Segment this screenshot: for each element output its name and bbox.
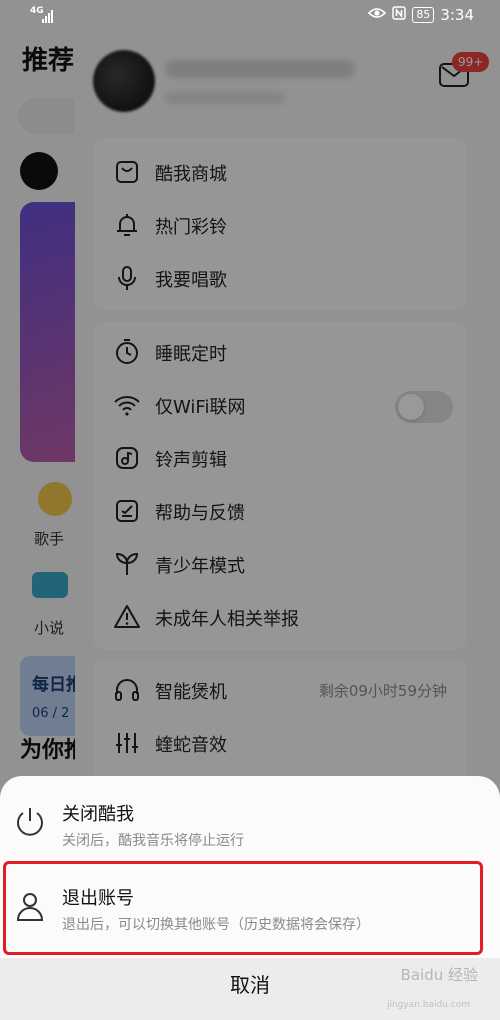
clock: 3:34 xyxy=(440,6,474,24)
signal-icon xyxy=(42,8,56,23)
nfc-icon xyxy=(392,6,407,24)
eye-icon xyxy=(368,6,387,24)
close-app-title: 关闭酷我 xyxy=(62,804,134,825)
power-icon xyxy=(12,804,48,840)
watermark-url: jingyan.baidu.com xyxy=(386,1000,470,1010)
status-right: 85 3:34 xyxy=(368,6,474,24)
status-bar: 4G 85 3:34 xyxy=(0,0,500,32)
battery-indicator: 85 xyxy=(412,7,435,23)
close-app-desc: 关闭后，酷我音乐将停止运行 xyxy=(62,833,244,849)
highlight-box xyxy=(3,861,483,955)
watermark: Baidu 经验 xyxy=(400,966,478,984)
close-app-option[interactable]: 关闭酷我 关闭后，酷我音乐将停止运行 xyxy=(0,778,500,858)
